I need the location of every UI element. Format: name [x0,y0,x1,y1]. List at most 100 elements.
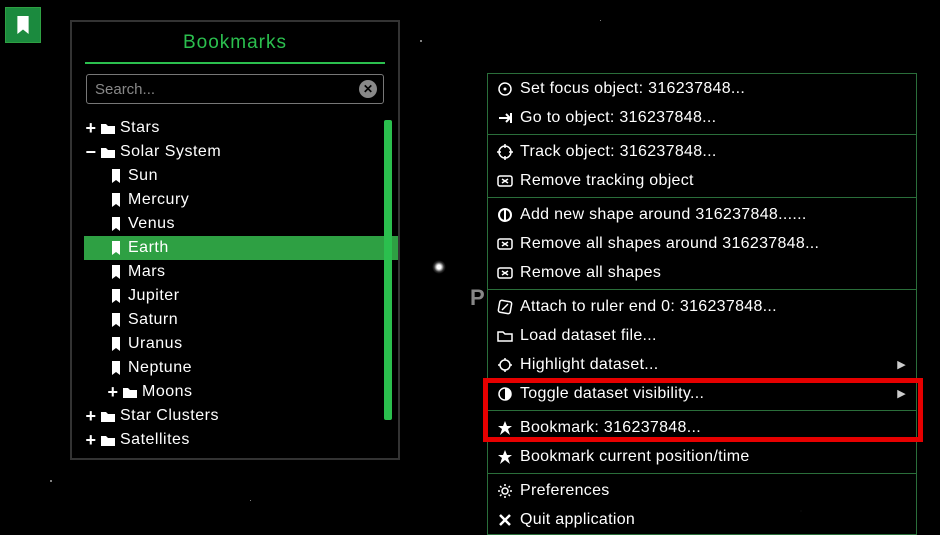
ruler-icon [496,298,514,316]
search-box[interactable]: ✕ [86,74,384,104]
bookmarks-panel: Bookmarks ✕ + Stars − Solar System Sun Mercur… [70,20,400,460]
tree-item[interactable]: Earth [84,236,398,260]
bookmark-icon [14,14,32,36]
tree-item[interactable]: Saturn [84,308,398,332]
tree-label: Uranus [128,335,183,353]
menu-item[interactable]: Add new shape around 316237848...... [488,200,916,229]
folder-icon [496,327,514,345]
tree-label: Mars [128,263,166,281]
bookmark-icon [108,264,124,280]
bookmark-tool-button[interactable] [5,7,41,43]
menu-item[interactable]: Highlight dataset...▶ [488,350,916,379]
tree-label: Solar System [120,143,221,161]
folder-icon [100,432,116,448]
menu-item-label: Quit application [520,511,635,529]
toggle-icon [496,385,514,403]
close-icon [496,511,514,529]
menu-item[interactable]: Set focus object: 316237848... [488,74,916,103]
tree-item[interactable]: Mercury [84,188,398,212]
tree-label: Stars [120,119,160,137]
tree-label: Earth [128,239,169,257]
star-icon [496,419,514,437]
menu-item-label: Bookmark current position/time [520,448,750,466]
bookmark-icon [108,168,124,184]
menu-separator [488,197,916,198]
menu-item-label: Highlight dataset... [520,356,659,374]
menu-item-label: Remove all shapes around 316237848... [520,235,819,253]
menu-item-label: Load dataset file... [520,327,657,345]
tree-label: Venus [128,215,175,233]
scrollbar[interactable] [384,120,392,420]
tree-label: Star Clusters [120,407,219,425]
menu-item-label: Bookmark: 316237848... [520,419,701,437]
tree-label: Jupiter [128,287,180,305]
search-input[interactable] [87,81,359,98]
menu-item-label: Track object: 316237848... [520,143,717,161]
central-star [432,260,446,274]
menu-separator [488,289,916,290]
bookmark-icon [108,288,124,304]
expander-icon[interactable]: + [106,383,120,401]
tree-item[interactable]: Neptune [84,356,398,380]
menu-item[interactable]: Attach to ruler end 0: 316237848... [488,292,916,321]
tree-item[interactable]: Uranus [84,332,398,356]
tree-folder[interactable]: + Star Clusters [84,404,398,428]
menu-item[interactable]: Remove all shapes [488,258,916,287]
tree-label: Moons [142,383,193,401]
tree-folder[interactable]: + Stars [84,116,398,140]
menu-item-label: Set focus object: 316237848... [520,80,745,98]
menu-item[interactable]: Remove tracking object [488,166,916,195]
bookmark-icon [108,240,124,256]
expander-icon[interactable]: + [84,119,98,137]
bookmark-icon [108,312,124,328]
menu-item[interactable]: Toggle dataset visibility... ▶ [488,379,916,408]
tree-folder[interactable]: − Solar System [84,140,398,164]
target-icon [496,80,514,98]
remove-icon [496,172,514,190]
highlight-icon [496,356,514,374]
menu-item[interactable]: Preferences [488,476,916,505]
bookmark-icon [108,360,124,376]
expander-icon[interactable]: + [84,431,98,449]
expander-icon[interactable]: + [84,407,98,425]
menu-separator [488,134,916,135]
folder-icon [122,384,138,400]
bookmark-icon [108,192,124,208]
crosshair-icon [496,143,514,161]
clear-search-icon[interactable]: ✕ [359,80,377,98]
tree-item[interactable]: Mars [84,260,398,284]
folder-icon [100,408,116,424]
tree-label: Neptune [128,359,192,377]
circle-icon [496,206,514,224]
menu-item[interactable]: Go to object: 316237848... [488,103,916,132]
tree-label: Mercury [128,191,189,209]
bookmark-tree: + Stars − Solar System Sun Mercury Venus Earth M… [72,112,398,450]
menu-item-label: Remove all shapes [520,264,661,282]
expander-icon[interactable]: − [84,143,98,161]
menu-separator [488,473,916,474]
menu-item[interactable]: Load dataset file... [488,321,916,350]
tree-folder[interactable]: + Moons [84,380,398,404]
menu-item[interactable]: Quit application [488,505,916,534]
menu-item[interactable]: Bookmark: 316237848... [488,413,916,442]
menu-item-label: Add new shape around 316237848...... [520,206,807,224]
menu-item[interactable]: Bookmark current position/time [488,442,916,471]
tree-item[interactable]: Venus [84,212,398,236]
star-icon [496,448,514,466]
goto-icon [496,109,514,127]
tree-item[interactable]: Jupiter [84,284,398,308]
panel-title: Bookmarks [72,22,398,62]
tree-label: Saturn [128,311,178,329]
bookmark-icon [108,216,124,232]
menu-item-label: Toggle dataset visibility... [520,385,704,403]
menu-item[interactable]: Track object: 316237848... [488,137,916,166]
menu-item-label: Remove tracking object [520,172,694,190]
bookmark-icon [108,336,124,352]
gear-icon [496,482,514,500]
tree-folder[interactable]: +Satellites [84,428,398,450]
menu-item[interactable]: Remove all shapes around 316237848... [488,229,916,258]
remove-icon [496,264,514,282]
submenu-arrow-icon: ▶ [897,387,906,400]
tree-item[interactable]: Sun [84,164,398,188]
menu-separator [488,410,916,411]
